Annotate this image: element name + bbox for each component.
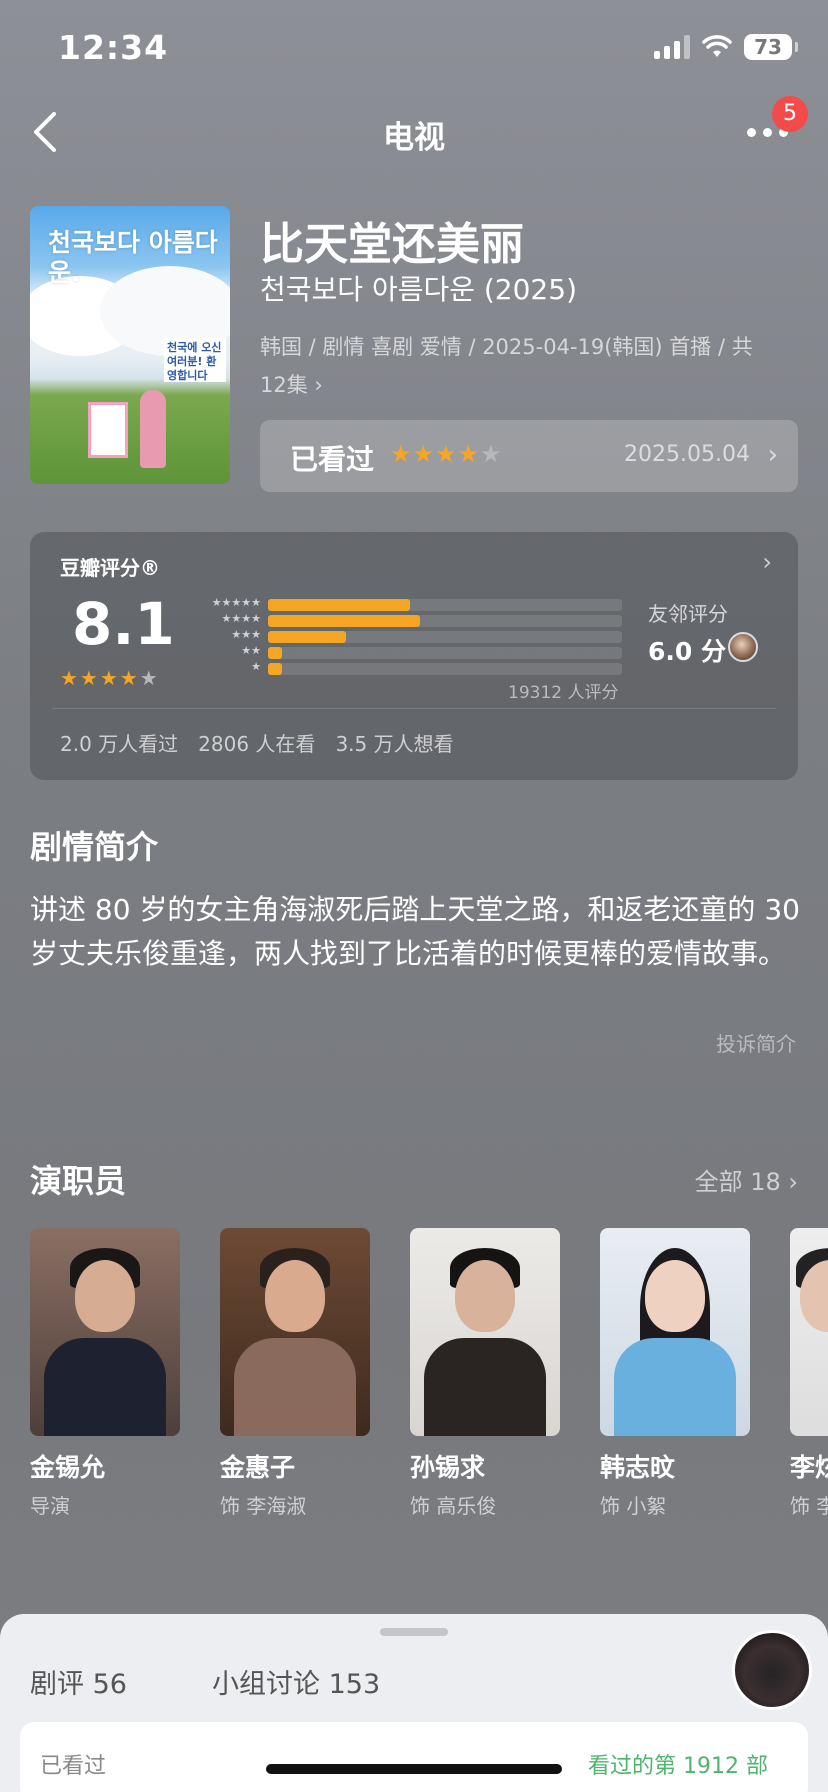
cast-title: 演职员: [30, 1162, 127, 1200]
rating-stars: ★★★★★: [60, 666, 160, 690]
poster-title: 천국보다 아름다운.: [48, 228, 218, 287]
poster-image[interactable]: 천국보다 아름다운. 천국에 오신 여러분! 환영합니다: [30, 206, 230, 484]
cast-name: 孙锡求: [410, 1453, 486, 1482]
cast-photo: [600, 1228, 750, 1436]
cast-photo: [790, 1228, 828, 1436]
cast-role: 饰 小絮: [600, 1494, 667, 1518]
cast-list: 金锡允 导演 金惠子 饰 李海淑 孙锡求 饰 高乐俊 韩志旼 饰 小絮 李炫 饰…: [30, 1228, 828, 1528]
tab-reviews[interactable]: 剧评 56: [30, 1662, 127, 1701]
battery-icon: 73: [744, 34, 798, 60]
friend-rating-score: 6.0 分: [648, 637, 726, 666]
rating-bar-fill: [268, 663, 283, 675]
rating-bar-stars: ★★★★★: [211, 596, 261, 609]
rating-bar-row: ★★: [186, 644, 646, 660]
movie-subtitle: 천국보다 아름다운 (2025): [260, 273, 577, 306]
douban-rating-card[interactable]: 豆瓣评分® › 8.1 ★★★★★ ★★★★★ ★★★★ ★★★ ★★ ★ 19312 …: [30, 532, 798, 780]
movie-meta[interactable]: 韩国 / 剧情 喜剧 爱情 / 2025-04-19(韩国) 首播 / 共 12…: [260, 328, 780, 404]
nav-bar: 电视 5: [0, 96, 828, 164]
watched-status-button[interactable]: 已看过 ★★★★★ 2025.05.04 ›: [260, 420, 798, 492]
rating-score: 8.1: [72, 590, 175, 658]
cast-role: 导演: [30, 1494, 70, 1518]
friend-avatar[interactable]: [728, 632, 758, 662]
synopsis-text: 讲述 80 岁的女主角海淑死后踏上天堂之路，和返老还童的 30 岁丈夫乐俊重逢，…: [30, 893, 800, 970]
chevron-right-icon: ›: [314, 373, 323, 397]
rating-bar-fill: [268, 631, 346, 643]
rating-bar-track: [268, 663, 622, 675]
movie-meta-text: 韩国 / 剧情 喜剧 爱情 / 2025-04-19(韩国) 首播 / 共 12…: [260, 335, 753, 397]
watched-summary-count: 看过的第 1912 部: [588, 1754, 768, 1779]
rating-bar-fill: [268, 647, 283, 659]
rating-bar-fill: [268, 599, 410, 611]
cast-item[interactable]: 金锡允 导演: [30, 1228, 180, 1519]
cast-role: 饰 李: [790, 1494, 828, 1518]
report-synopsis-link[interactable]: 投诉简介: [716, 1028, 796, 1057]
rating-label: 豆瓣评分®: [60, 556, 160, 580]
cast-role: 饰 高乐俊: [410, 1494, 497, 1518]
cast-photo: [410, 1228, 560, 1436]
stat-want: 3.5 万人想看: [335, 732, 454, 756]
cast-item[interactable]: 孙锡求 饰 高乐俊: [410, 1228, 560, 1519]
rating-bar-track: [268, 599, 622, 611]
cast-item[interactable]: 韩志旼 饰 小絮: [600, 1228, 750, 1519]
rating-bar-stars: ★: [251, 660, 261, 673]
rating-bar-row: ★: [186, 660, 646, 676]
poster-sign: 천국에 오신 여러분! 환영합니다: [164, 338, 226, 382]
status-bar: 12:34 73: [0, 0, 828, 100]
rating-bar-track: [268, 631, 622, 643]
watched-date: 2025.05.04: [624, 442, 750, 467]
cast-photo: [30, 1228, 180, 1436]
tab-group-discussions[interactable]: 小组讨论 153: [212, 1662, 380, 1701]
page-title: 电视: [383, 120, 445, 156]
rating-bar-track: [268, 647, 622, 659]
stat-watching: 2806 人在看: [198, 732, 316, 756]
user-avatar[interactable]: [732, 1630, 812, 1710]
rating-distribution: ★★★★★ ★★★★ ★★★ ★★ ★: [186, 596, 646, 676]
chevron-right-icon: ›: [788, 1168, 798, 1196]
cast-item[interactable]: 李炫 饰 李: [790, 1228, 828, 1519]
cast-item[interactable]: 金惠子 饰 李海淑: [220, 1228, 370, 1519]
cast-role: 饰 李海淑: [220, 1494, 307, 1518]
rating-bar-fill: [268, 615, 421, 627]
rating-bar-row: ★★★★★: [186, 596, 646, 612]
cast-name: 韩志旼: [600, 1453, 676, 1482]
home-indicator[interactable]: [266, 1764, 562, 1774]
cellular-signal-icon: [654, 35, 690, 59]
notification-badge: 5: [772, 96, 808, 132]
cast-name: 李炫: [790, 1453, 828, 1482]
status-icons: 73: [654, 34, 798, 60]
stat-watched: 2.0 万人看过: [60, 732, 179, 756]
rating-count: 19312 人评分: [508, 683, 619, 703]
rating-bar-row: ★★★: [186, 628, 646, 644]
rating-stats: 2.0 万人看过 2806 人在看 3.5 万人想看: [60, 728, 454, 757]
cast-all-link[interactable]: 全部 18 ›: [695, 1162, 798, 1197]
cast-name: 金锡允: [30, 1453, 106, 1482]
rating-bar-stars: ★★★★: [221, 612, 261, 625]
sheet-drag-handle[interactable]: [380, 1628, 448, 1636]
status-time: 12:34: [58, 28, 169, 67]
rating-bar-stars: ★★: [241, 644, 261, 657]
my-rating-stars: ★★★★★: [390, 440, 503, 468]
rating-bar-stars: ★★★: [231, 628, 261, 641]
watched-summary-row[interactable]: 已看过 看过的第 1912 部: [20, 1722, 808, 1792]
rating-bar-row: ★★★★: [186, 612, 646, 628]
watched-label: 已看过: [290, 443, 375, 476]
cast-all-label: 全部 18: [694, 1168, 781, 1196]
wifi-icon: [702, 35, 732, 57]
watched-summary-label: 已看过: [40, 1754, 107, 1779]
chevron-right-icon: ›: [767, 440, 778, 470]
friend-rating-label: 友邻评分: [648, 602, 728, 626]
divider: [52, 708, 776, 709]
cast-photo: [220, 1228, 370, 1436]
movie-title: 比天堂还美丽: [260, 219, 524, 270]
cast-name: 金惠子: [220, 1453, 296, 1482]
synopsis-title: 剧情简介: [30, 828, 159, 866]
chevron-right-icon: ›: [762, 548, 772, 576]
rating-bar-track: [268, 615, 622, 627]
